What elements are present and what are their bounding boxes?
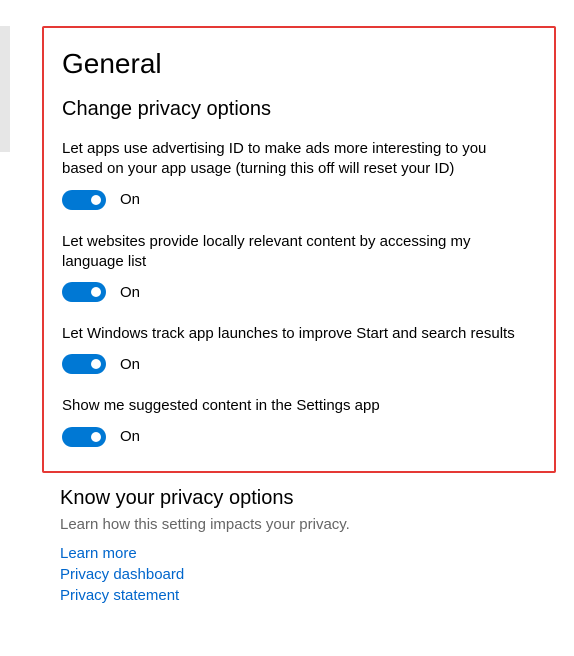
know-privacy-section: Know your privacy options Learn how this… — [60, 487, 556, 606]
toggle-row: On — [62, 282, 536, 302]
highlight-box: General Change privacy options Let apps … — [42, 26, 556, 473]
toggle-row: On — [62, 190, 536, 210]
toggle-state-label: On — [120, 191, 140, 208]
privacy-dashboard-link[interactable]: Privacy dashboard — [60, 564, 184, 585]
learn-more-link[interactable]: Learn more — [60, 543, 137, 564]
toggle-app-launches[interactable] — [62, 354, 106, 374]
toggle-row: On — [62, 427, 536, 447]
toggle-language-list[interactable] — [62, 282, 106, 302]
toggle-suggested-content[interactable] — [62, 427, 106, 447]
toggle-knob — [91, 195, 101, 205]
setting-suggested-content: Show me suggested content in the Setting… — [62, 396, 536, 446]
toggle-knob — [91, 432, 101, 442]
toggle-knob — [91, 287, 101, 297]
setting-app-launches: Let Windows track app launches to improv… — [62, 324, 536, 374]
know-privacy-title: Know your privacy options — [60, 487, 556, 510]
section-title: Change privacy options — [62, 98, 536, 121]
setting-desc: Let Windows track app launches to improv… — [62, 324, 522, 344]
setting-desc: Show me suggested content in the Setting… — [62, 396, 522, 416]
setting-advertising-id: Let apps use advertising ID to make ads … — [62, 139, 536, 210]
setting-desc: Let websites provide locally relevant co… — [62, 232, 522, 273]
know-privacy-desc: Learn how this setting impacts your priv… — [60, 516, 556, 533]
toggle-state-label: On — [120, 356, 140, 373]
toggle-state-label: On — [120, 284, 140, 301]
page-title: General — [62, 48, 536, 80]
left-rail — [0, 26, 10, 152]
setting-language-list: Let websites provide locally relevant co… — [62, 232, 536, 303]
setting-desc: Let apps use advertising ID to make ads … — [62, 139, 522, 180]
toggle-knob — [91, 359, 101, 369]
toggle-state-label: On — [120, 428, 140, 445]
content-area: General Change privacy options Let apps … — [0, 26, 574, 606]
toggle-advertising-id[interactable] — [62, 190, 106, 210]
privacy-statement-link[interactable]: Privacy statement — [60, 585, 179, 606]
toggle-row: On — [62, 354, 536, 374]
